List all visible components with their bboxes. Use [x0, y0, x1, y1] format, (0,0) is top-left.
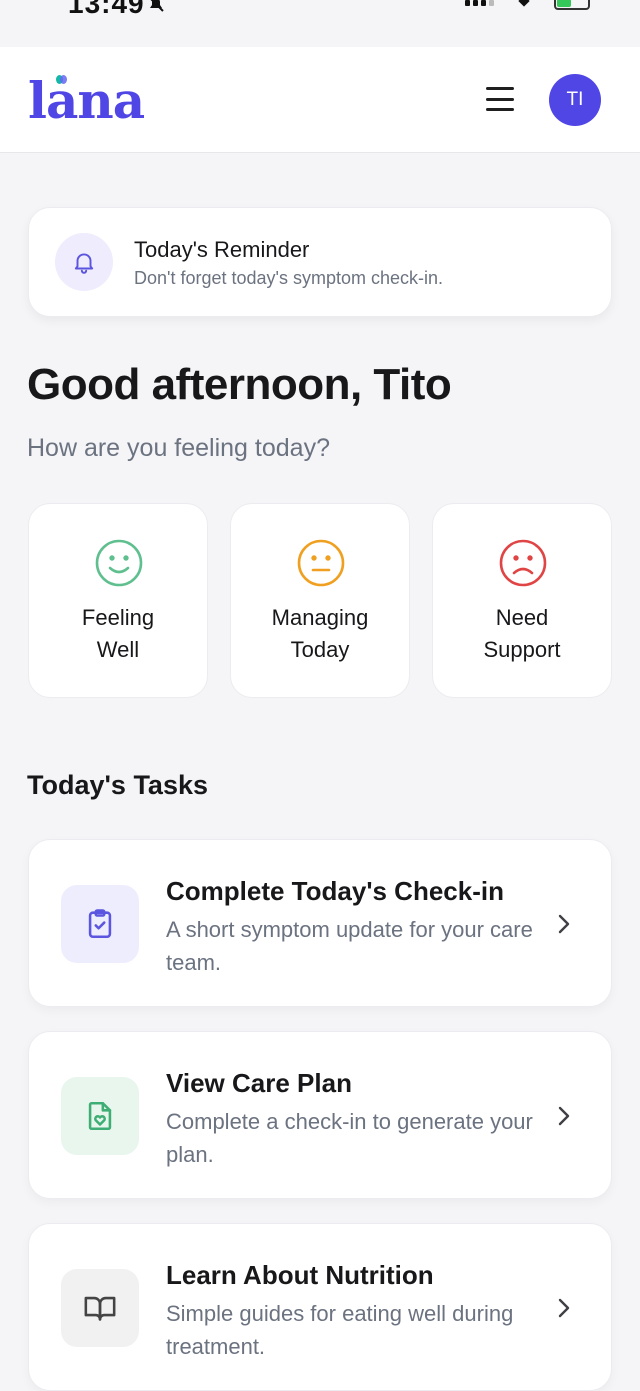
bell-icon — [55, 233, 113, 291]
task-description: Complete a check-in to generate your pla… — [166, 1109, 533, 1167]
greeting-title: Good afternoon, Tito — [27, 360, 452, 409]
reminder-card[interactable]: Today's Reminder Don't forget today's sy… — [28, 207, 612, 317]
mood-label: Managing Today — [271, 605, 369, 662]
frown-icon — [499, 539, 547, 587]
status-time: 13:49 — [68, 0, 145, 19]
logo-mark-icon — [56, 75, 68, 85]
task-title: Complete Today's Check-in — [166, 876, 504, 906]
book-icon — [61, 1269, 139, 1347]
reminder-subtitle: Don't forget today's symptom check-in. — [134, 268, 443, 288]
chevron-right-icon — [558, 1106, 570, 1126]
feeling-prompt: How are you feeling today? — [27, 434, 330, 462]
battery-icon — [554, 0, 590, 10]
smile-icon — [95, 539, 143, 587]
clipboard-check-icon — [61, 885, 139, 963]
mood-feeling-well-button[interactable]: Feeling Well — [28, 503, 208, 698]
silent-bell-icon — [146, 0, 166, 19]
lana-logo[interactable]: lana — [28, 73, 148, 129]
task-complete-check-in[interactable]: Complete Today's Check-in A short sympto… — [28, 839, 612, 1007]
chevron-right-icon — [558, 914, 570, 934]
wifi-icon — [516, 0, 532, 9]
reminder-title: Today's Reminder — [134, 237, 310, 262]
mood-label: Feeling Well — [81, 605, 155, 662]
status-bar: 13:49 — [0, 0, 640, 46]
logo-text: lana — [28, 71, 145, 130]
signal-icon — [465, 0, 494, 6]
user-avatar[interactable]: TI — [549, 74, 601, 126]
task-learn-about-nutrition[interactable]: Learn About Nutrition Simple guides for … — [28, 1223, 612, 1391]
mood-managing-today-button[interactable]: Managing Today — [230, 503, 410, 698]
task-view-care-plan[interactable]: View Care Plan Complete a check-in to ge… — [28, 1031, 612, 1199]
mood-label: Need Support — [483, 605, 561, 662]
task-title: Learn About Nutrition — [166, 1260, 434, 1290]
hamburger-menu-icon[interactable] — [486, 87, 514, 111]
task-description: A short symptom update for your care tea… — [166, 917, 533, 975]
task-description: Simple guides for eating well during tre… — [166, 1301, 514, 1359]
status-icons — [465, 0, 590, 10]
heart-document-icon — [61, 1077, 139, 1155]
chevron-right-icon — [558, 1298, 570, 1318]
task-title: View Care Plan — [166, 1068, 352, 1098]
app-header: lana TI — [0, 47, 640, 153]
neutral-face-icon — [297, 539, 345, 587]
mood-need-support-button[interactable]: Need Support — [432, 503, 612, 698]
tasks-section-title: Today's Tasks — [27, 770, 208, 800]
